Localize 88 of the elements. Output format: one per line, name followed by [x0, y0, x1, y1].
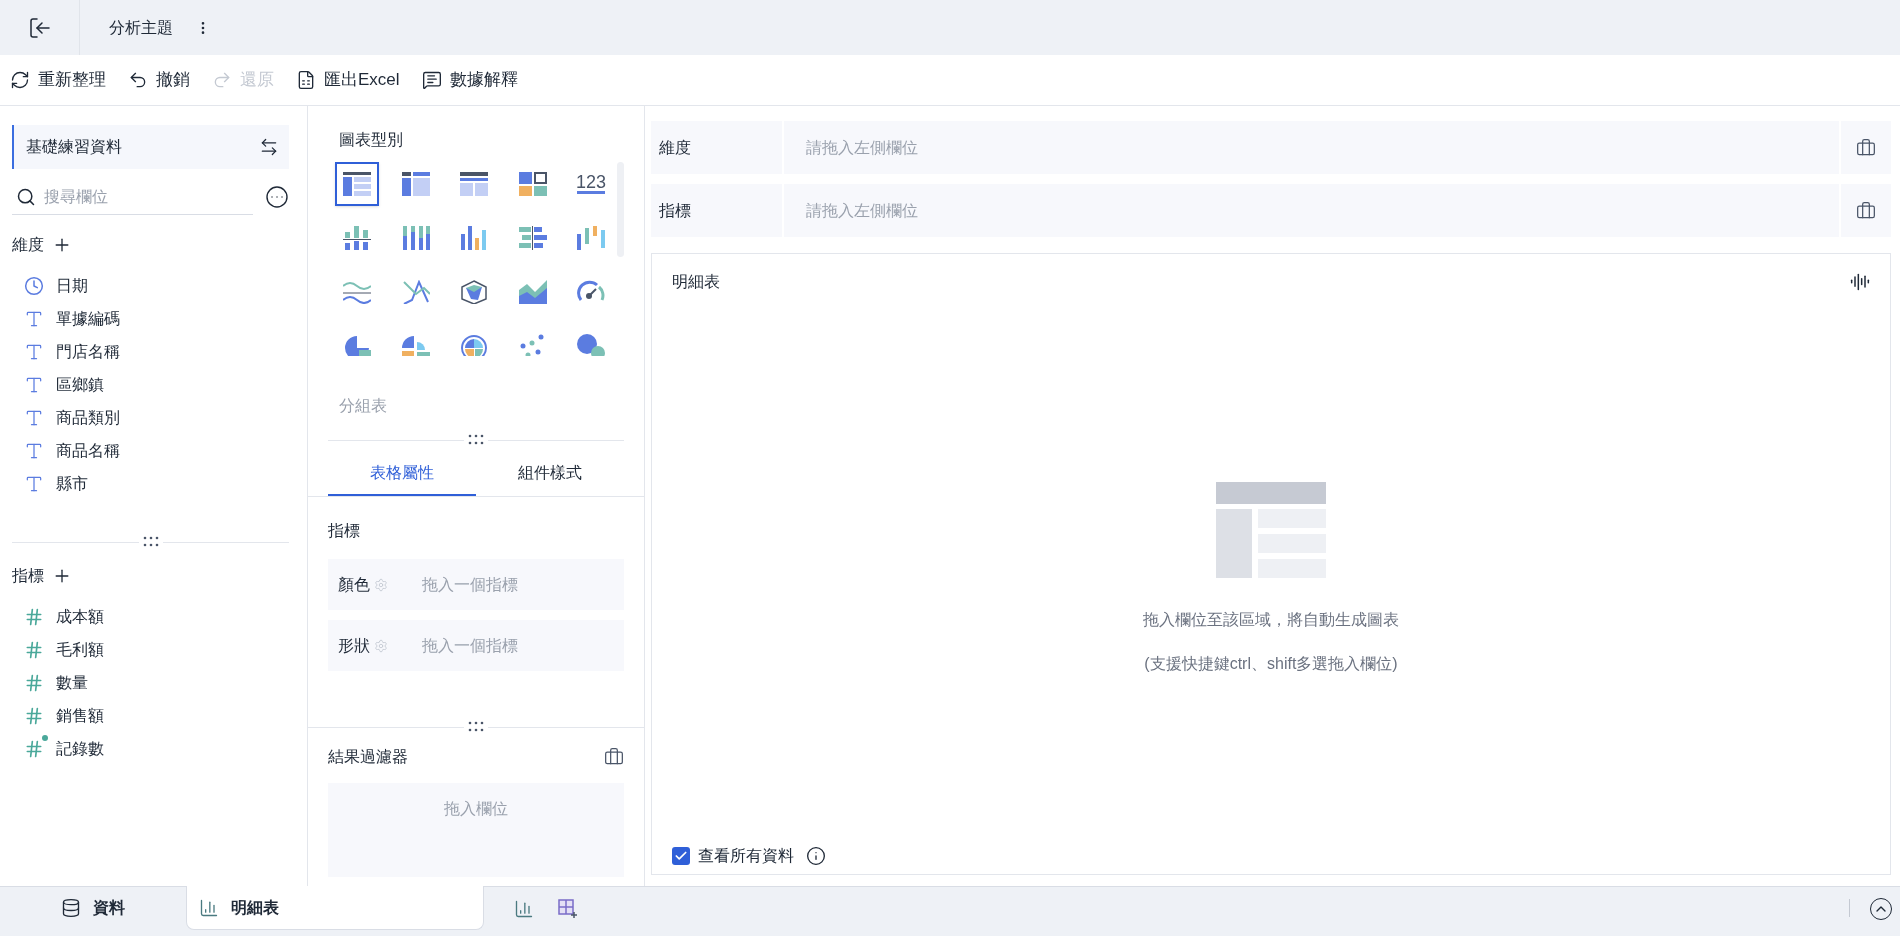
- dataset-name: 基礎練習資料: [26, 137, 122, 157]
- field-item[interactable]: 毛利額: [12, 633, 289, 666]
- chart-type-icon: [518, 172, 547, 196]
- database-icon: [61, 898, 81, 918]
- drop-slot[interactable]: 形狀 拖入一個指標: [328, 620, 624, 671]
- add-chart-button[interactable]: [514, 899, 534, 919]
- toolbar-button[interactable]: 匯出Excel: [296, 67, 400, 93]
- checkbox-label: 查看所有資料: [698, 846, 794, 866]
- tab[interactable]: 組件樣式: [476, 452, 624, 496]
- chart-type-icon: [460, 226, 488, 250]
- bars-icon[interactable]: [1850, 272, 1870, 292]
- empty-hint: 拖入欄位至該區域，將自動生成圖表: [1143, 610, 1399, 630]
- number-icon: [24, 672, 44, 693]
- dataset-header[interactable]: 基礎練習資料: [12, 125, 289, 169]
- field-item[interactable]: 區鄉鎮: [12, 368, 289, 401]
- more-icon[interactable]: [265, 185, 289, 209]
- exit-icon: [27, 15, 52, 40]
- switch-icon[interactable]: [259, 137, 279, 157]
- slot-label: 形狀: [338, 635, 370, 656]
- chart-type-icon: [460, 172, 488, 196]
- chart-type-icon: [577, 334, 606, 356]
- chart-type-icon: [460, 280, 488, 304]
- drop-slot[interactable]: 顏色 拖入一個指標: [328, 559, 624, 610]
- field-item[interactable]: 記錄數: [12, 732, 289, 765]
- chart-type-option[interactable]: 123: [569, 162, 608, 206]
- underline-icon: [577, 191, 605, 195]
- chart-type-name: 分組表: [339, 396, 388, 416]
- chart-type-icon: [577, 226, 606, 250]
- chart-type-icon: [343, 280, 371, 304]
- chart-type-icon: [401, 172, 430, 196]
- empty-subhint: (支援快捷鍵ctrl、shift多選拖入欄位): [1144, 654, 1398, 674]
- chart-type-icon: [460, 334, 488, 356]
- tab[interactable]: 表格屬性: [328, 452, 476, 496]
- bar-chart-icon: [199, 897, 219, 918]
- drop-hint: 拖入欄位: [444, 799, 508, 819]
- field-item[interactable]: 成本額: [12, 600, 289, 633]
- page-title: 分析主題: [109, 17, 173, 38]
- field-item[interactable]: 門店名稱: [12, 335, 289, 368]
- spreadsheet-icon: [296, 70, 316, 90]
- field-item[interactable]: 銷售額: [12, 699, 289, 732]
- number-icon: [24, 705, 44, 726]
- field-item[interactable]: 商品類別: [12, 401, 289, 434]
- info-icon[interactable]: [806, 846, 826, 866]
- chart-type-icon: [343, 334, 371, 356]
- section-title: 結果過濾器: [328, 747, 408, 767]
- section-title: 維度: [12, 235, 44, 255]
- chart-type-icon: [343, 172, 371, 196]
- chart-type-icon: [343, 226, 371, 250]
- bar-chart-icon: [514, 899, 534, 919]
- section-title: 指標: [12, 566, 44, 586]
- section-title: 圖表型別: [339, 130, 404, 150]
- shelf-hint: 請拖入左側欄位: [806, 137, 918, 158]
- toolbar-button[interactable]: 重新整理: [10, 67, 106, 93]
- grid-plus-icon: [558, 899, 578, 919]
- shelf-label: 指標: [659, 200, 691, 221]
- field-item[interactable]: 商品名稱: [12, 434, 289, 467]
- check-icon: [674, 849, 688, 863]
- chart-type-icon: [401, 280, 430, 304]
- search-icon: [16, 186, 36, 207]
- field-item[interactable]: 縣市: [12, 467, 289, 500]
- sheet-tab[interactable]: 資料: [0, 886, 186, 930]
- undo-icon: [128, 70, 148, 90]
- field-item[interactable]: 單據編碼: [12, 302, 289, 335]
- chart-type-icon: [518, 280, 547, 304]
- clock-icon: [24, 275, 44, 296]
- shelf-hint: 請拖入左側欄位: [806, 200, 918, 221]
- shelf-label: 維度: [659, 137, 691, 158]
- chart-type-option[interactable]: [335, 162, 379, 206]
- field-item[interactable]: 日期: [12, 269, 289, 302]
- chart-type-icon: [518, 226, 547, 250]
- checkbox[interactable]: [672, 847, 690, 865]
- slot-label: 顏色: [338, 574, 370, 595]
- toolbar-button[interactable]: 撤銷: [128, 67, 190, 93]
- refresh-icon: [10, 70, 30, 90]
- slot-hint: 拖入一個指標: [422, 635, 518, 656]
- search-field[interactable]: 搜尋欄位: [44, 184, 224, 209]
- add-dashboard-button[interactable]: [558, 899, 578, 919]
- slot-hint: 拖入一個指標: [422, 574, 518, 595]
- card-title: 明細表: [672, 272, 720, 292]
- redo-icon: [212, 70, 232, 90]
- field-item[interactable]: 數量: [12, 666, 289, 699]
- chart-type-icon: [401, 334, 430, 356]
- section-title: 指標: [328, 521, 361, 541]
- number-icon: [24, 639, 44, 660]
- sheet-tab[interactable]: 明細表: [186, 886, 484, 930]
- chart-type-icon: [401, 226, 430, 250]
- toolbar-button[interactable]: 數據解釋: [421, 67, 518, 93]
- number-icon: [24, 606, 44, 627]
